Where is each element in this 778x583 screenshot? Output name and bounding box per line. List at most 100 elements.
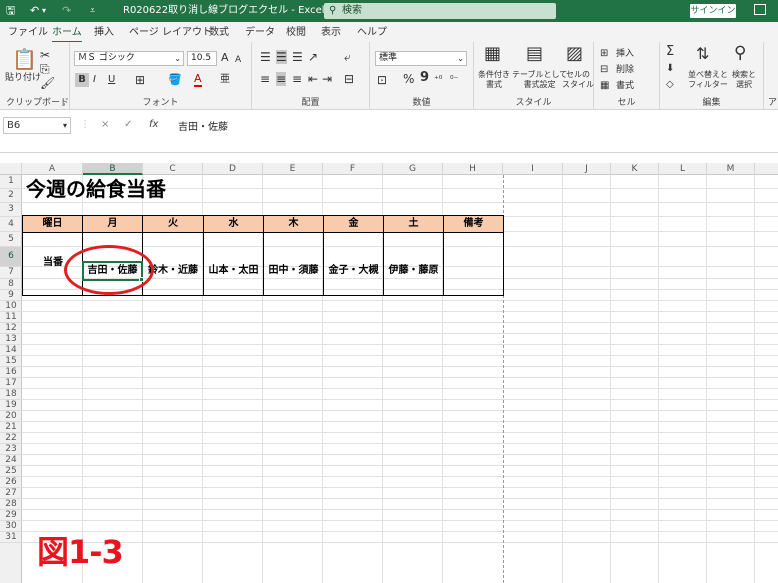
cut-icon[interactable]: ✂ [40, 48, 50, 62]
row-header-21[interactable]: 21 [0, 422, 22, 433]
number-format-combo[interactable]: 標準 ⌄ [375, 51, 467, 66]
tab-formulas[interactable]: 数式 [209, 26, 229, 40]
row-header-6[interactable]: 6 [0, 247, 22, 267]
row-header-27[interactable]: 27 [0, 488, 22, 499]
signin-button[interactable]: サインイン [690, 4, 736, 18]
column-header-c[interactable]: C [143, 163, 203, 175]
column-header-d[interactable]: D [203, 163, 263, 175]
row-header-1[interactable]: 1 [0, 175, 22, 189]
duty-cell-sat[interactable]: 伊藤・藤原 [383, 232, 444, 296]
format-painter-icon[interactable]: 🖌 [40, 76, 55, 90]
format-as-table-button[interactable]: テーブルとして 書式設定 [512, 70, 567, 90]
row-header-29[interactable]: 29 [0, 510, 22, 521]
header-cell-sat[interactable]: 土 [383, 215, 444, 233]
grow-font-button[interactable]: A [221, 52, 229, 64]
tab-review[interactable]: 校閲 [286, 26, 306, 40]
column-header-m[interactable]: M [707, 163, 755, 175]
insert-cells-button[interactable]: 挿入 [616, 48, 634, 60]
search-box[interactable]: ⚲ 検索 [324, 3, 556, 19]
row-header-23[interactable]: 23 [0, 444, 22, 455]
enter-button[interactable]: ✓ [124, 119, 132, 130]
conditional-formatting-button[interactable]: 条件付き 書式 [478, 70, 510, 90]
font-size-combo[interactable]: 10.5 [187, 51, 217, 66]
tab-page-layout[interactable]: ページ レイアウト [129, 26, 212, 40]
column-header-i[interactable]: I [503, 163, 563, 175]
font-name-combo[interactable]: ＭＳ ゴシック ⌄ [74, 51, 184, 66]
header-cell-thu[interactable]: 木 [263, 215, 324, 233]
paste-button[interactable]: 貼り付け [5, 72, 41, 84]
row-header-7[interactable]: 7 [0, 267, 22, 279]
find-select-icon[interactable]: ⚲ [734, 45, 746, 62]
clear-icon[interactable]: ◇ [666, 78, 674, 92]
sort-filter-icon[interactable]: ⇅ [696, 46, 709, 62]
formula-content[interactable]: 吉田・佐藤 [178, 118, 228, 133]
bold-button[interactable]: B [75, 73, 89, 87]
column-header-f[interactable]: F [323, 163, 383, 175]
tab-view[interactable]: 表示 [321, 26, 341, 40]
row-header-3[interactable]: 3 [0, 203, 22, 217]
align-bottom-icon[interactable]: ☰ [292, 50, 303, 64]
orientation-icon[interactable]: ↗ [308, 50, 318, 64]
autosum-button[interactable]: Σ [666, 45, 674, 58]
align-top-icon[interactable]: ☰ [260, 50, 271, 64]
row-header-15[interactable]: 15 [0, 356, 22, 367]
merge-center-icon[interactable]: ⊟ [344, 72, 354, 86]
wrap-text-icon[interactable]: ⤶ [344, 50, 351, 64]
decrease-decimal-icon[interactable]: ⁰⁻ [450, 73, 458, 87]
percent-button[interactable]: % [403, 73, 414, 85]
row-header-10[interactable]: 10 [0, 301, 22, 312]
format-as-table-icon[interactable]: ▤ [526, 45, 543, 63]
align-left-icon[interactable]: ≡ [260, 72, 270, 86]
cell-styles-button[interactable]: セルの スタイル [562, 70, 594, 90]
row-header-8[interactable]: 8 [0, 279, 22, 290]
column-header-e[interactable]: E [263, 163, 323, 175]
format-cells-icon[interactable]: ▦ [600, 79, 609, 93]
row-header-28[interactable]: 28 [0, 499, 22, 510]
duty-cell-fri[interactable]: 金子・大槻 [323, 232, 384, 296]
tab-file[interactable]: ファイル [8, 26, 48, 40]
font-color-button[interactable]: A [194, 73, 202, 87]
row-header-16[interactable]: 16 [0, 367, 22, 378]
header-cell-weekday[interactable]: 曜日 [22, 215, 83, 233]
column-header-l[interactable]: L [659, 163, 707, 175]
column-header-h[interactable]: H [443, 163, 503, 175]
header-cell-wed[interactable]: 水 [203, 215, 264, 233]
duty-cell-wed[interactable]: 山本・太田 [203, 232, 264, 296]
column-header-k[interactable]: K [611, 163, 659, 175]
paste-icon[interactable]: 📋 [12, 48, 37, 70]
fill-icon[interactable]: ⬇ [666, 62, 674, 76]
undo-dropdown-icon[interactable]: ▾ [42, 4, 46, 18]
row-header-26[interactable]: 26 [0, 477, 22, 488]
row-header-14[interactable]: 14 [0, 345, 22, 356]
row-header-4[interactable]: 4 [0, 217, 22, 232]
row-header-24[interactable]: 24 [0, 455, 22, 466]
row-header-12[interactable]: 12 [0, 323, 22, 334]
row-header-2[interactable]: 2 [0, 189, 22, 203]
insert-cells-icon[interactable]: ⊞ [600, 47, 608, 61]
row-header-18[interactable]: 18 [0, 389, 22, 400]
increase-indent-icon[interactable]: ⇥ [322, 72, 332, 86]
tab-home[interactable]: ホーム [52, 26, 82, 43]
shrink-font-button[interactable]: A [235, 54, 241, 66]
save-icon[interactable]: 🖫 [6, 4, 15, 18]
customize-quick-access-icon[interactable]: ⩡ [90, 4, 95, 18]
tab-data[interactable]: データ [245, 26, 275, 40]
duty-cell-notes[interactable] [443, 232, 504, 296]
fill-color-icon[interactable]: 🪣 [168, 73, 182, 87]
align-right-icon[interactable]: ≡ [292, 72, 302, 86]
column-header-g[interactable]: G [383, 163, 443, 175]
row-header-22[interactable]: 22 [0, 433, 22, 444]
clipboard-launcher-icon[interactable]: ⌟ [62, 97, 65, 109]
tab-insert[interactable]: 挿入 [94, 26, 114, 40]
cell-styles-icon[interactable]: ▨ [566, 45, 583, 63]
header-cell-notes[interactable]: 備考 [443, 215, 504, 233]
row-header-25[interactable]: 25 [0, 466, 22, 477]
decrease-indent-icon[interactable]: ⇤ [308, 72, 318, 86]
phonetic-button[interactable]: 亜 [220, 74, 230, 86]
row-header-13[interactable]: 13 [0, 334, 22, 345]
row-header-30[interactable]: 30 [0, 521, 22, 532]
column-header-a[interactable]: A [22, 163, 83, 175]
column-header-b[interactable]: B [83, 163, 143, 175]
row-header-9[interactable]: 9 [0, 290, 22, 301]
align-middle-icon[interactable]: ☰ [276, 50, 287, 64]
